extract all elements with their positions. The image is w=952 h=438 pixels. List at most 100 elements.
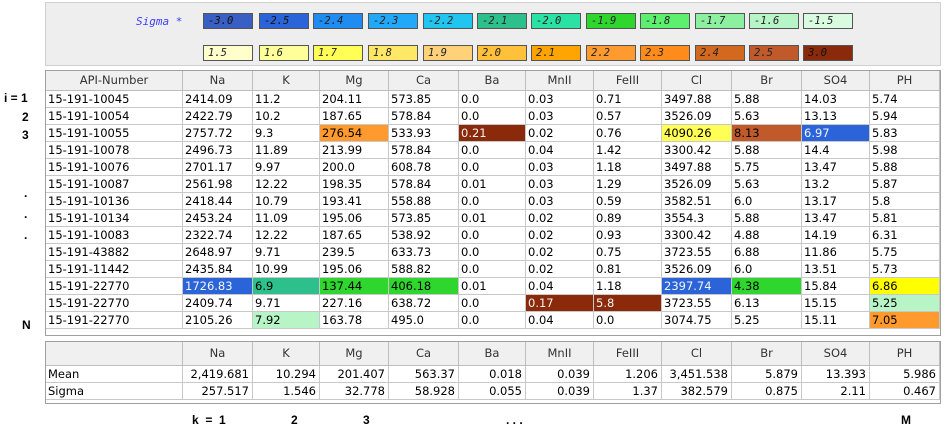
- value-cell[interactable]: 0.59: [594, 193, 662, 210]
- value-cell[interactable]: 14.4: [802, 142, 870, 159]
- value-cell[interactable]: 9.71: [253, 295, 320, 312]
- value-cell[interactable]: 198.35: [320, 176, 389, 193]
- value-cell[interactable]: 0.01: [459, 210, 526, 227]
- table-row[interactable]: 15-191-10134 2453.24 11.09 195.06 573.85 0.01…: [46, 210, 940, 227]
- table-row[interactable]: 15-191-22770 2409.74 9.71 227.16 638.72 0.0 0.…: [46, 295, 940, 312]
- value-cell[interactable]: 0.76: [594, 125, 662, 142]
- value-cell[interactable]: 0.0: [459, 142, 526, 159]
- value-cell[interactable]: 227.16: [320, 295, 389, 312]
- column-header[interactable]: Br: [732, 71, 802, 91]
- column-header[interactable]: Na: [183, 71, 253, 91]
- value-cell[interactable]: 406.18: [389, 278, 459, 295]
- api-number-cell[interactable]: 15-191-22770: [46, 278, 183, 295]
- stat-value-cell[interactable]: 382.579: [662, 383, 732, 400]
- value-cell[interactable]: 0.02: [526, 244, 594, 261]
- value-cell[interactable]: 573.85: [389, 91, 459, 108]
- value-cell[interactable]: 5.25: [870, 295, 940, 312]
- value-cell[interactable]: 13.2: [802, 176, 870, 193]
- stat-value-cell[interactable]: 2,419.681: [183, 366, 253, 383]
- stat-value-cell[interactable]: 563.37: [389, 366, 459, 383]
- value-cell[interactable]: 0.81: [594, 261, 662, 278]
- value-cell[interactable]: 2757.72: [183, 125, 253, 142]
- value-cell[interactable]: 0.02: [526, 125, 594, 142]
- value-cell[interactable]: 2435.84: [183, 261, 253, 278]
- value-cell[interactable]: 6.0: [732, 193, 802, 210]
- value-cell[interactable]: 0.0: [459, 159, 526, 176]
- value-cell[interactable]: 10.2: [253, 108, 320, 125]
- value-cell[interactable]: 11.09: [253, 210, 320, 227]
- value-cell[interactable]: 2397.74: [662, 278, 732, 295]
- value-cell[interactable]: 163.78: [320, 312, 389, 329]
- value-cell[interactable]: 3723.55: [662, 295, 732, 312]
- value-cell[interactable]: 0.0: [459, 193, 526, 210]
- table-row[interactable]: 15-191-43882 2648.97 9.71 239.5 633.73 0.0 0.0…: [46, 244, 940, 261]
- stat-value-cell[interactable]: 0.875: [732, 383, 802, 400]
- value-cell[interactable]: 2105.26: [183, 312, 253, 329]
- value-cell[interactable]: 0.0: [459, 295, 526, 312]
- table-row[interactable]: 15-191-10136 2418.44 10.79 193.41 558.88 0.0 0…: [46, 193, 940, 210]
- table-row[interactable]: 15-191-11442 2435.84 10.99 195.06 588.82 0.0 0…: [46, 261, 940, 278]
- table-row[interactable]: 15-191-10078 2496.73 11.89 213.99 578.84 0.0 0…: [46, 142, 940, 159]
- value-cell[interactable]: 12.22: [253, 227, 320, 244]
- value-cell[interactable]: 0.0: [459, 244, 526, 261]
- value-cell[interactable]: 5.74: [870, 91, 940, 108]
- value-cell[interactable]: 3300.42: [662, 142, 732, 159]
- value-cell[interactable]: 0.02: [526, 227, 594, 244]
- value-cell[interactable]: 10.99: [253, 261, 320, 278]
- value-cell[interactable]: 213.99: [320, 142, 389, 159]
- api-number-cell[interactable]: 15-191-10083: [46, 227, 183, 244]
- statistics-table[interactable]: Na K Mg Ca Ba MnII FeIII Cl Br SO4 PH Mean 2,419.681…: [45, 341, 941, 404]
- stat-label-cell[interactable]: Mean: [46, 366, 183, 383]
- table-row[interactable]: 15-191-22770 2105.26 7.92 163.78 495.0 0.0 0.0…: [46, 312, 940, 329]
- value-cell[interactable]: 4.88: [732, 227, 802, 244]
- data-table[interactable]: API-Number Na K Mg Ca Ba MnII FeIII Cl Br SO4 PH 15-…: [45, 70, 941, 336]
- column-header[interactable]: Ca: [389, 71, 459, 91]
- stats-column-header[interactable]: Ca: [389, 342, 459, 366]
- value-cell[interactable]: 5.8: [594, 295, 662, 312]
- value-cell[interactable]: 5.73: [870, 261, 940, 278]
- value-cell[interactable]: 578.84: [389, 108, 459, 125]
- api-number-cell[interactable]: 15-191-10078: [46, 142, 183, 159]
- value-cell[interactable]: 2453.24: [183, 210, 253, 227]
- value-cell[interactable]: 0.02: [526, 261, 594, 278]
- value-cell[interactable]: 6.9: [253, 278, 320, 295]
- value-cell[interactable]: 0.75: [594, 244, 662, 261]
- stat-value-cell[interactable]: 2.11: [802, 383, 870, 400]
- value-cell[interactable]: 0.57: [594, 108, 662, 125]
- value-cell[interactable]: 2561.98: [183, 176, 253, 193]
- value-cell[interactable]: 0.89: [594, 210, 662, 227]
- table-row[interactable]: 15-191-10076 2701.17 9.97 200.0 608.78 0.0 0.0…: [46, 159, 940, 176]
- value-cell[interactable]: 11.86: [802, 244, 870, 261]
- column-header[interactable]: API-Number: [46, 71, 183, 91]
- value-cell[interactable]: 9.97: [253, 159, 320, 176]
- value-cell[interactable]: 11.89: [253, 142, 320, 159]
- column-header[interactable]: MnII: [526, 71, 594, 91]
- stat-value-cell[interactable]: 0.055: [459, 383, 526, 400]
- value-cell[interactable]: 558.88: [389, 193, 459, 210]
- value-cell[interactable]: 3526.09: [662, 261, 732, 278]
- value-cell[interactable]: 5.75: [870, 244, 940, 261]
- value-cell[interactable]: 3497.88: [662, 91, 732, 108]
- value-cell[interactable]: 0.93: [594, 227, 662, 244]
- value-cell[interactable]: 187.65: [320, 108, 389, 125]
- value-cell[interactable]: 2414.09: [183, 91, 253, 108]
- api-number-cell[interactable]: 15-191-10054: [46, 108, 183, 125]
- table-row[interactable]: 15-191-22770 1726.83 6.9 137.44 406.18 0.01 0.…: [46, 278, 940, 295]
- value-cell[interactable]: 538.92: [389, 227, 459, 244]
- value-cell[interactable]: 6.88: [732, 244, 802, 261]
- column-header[interactable]: K: [253, 71, 320, 91]
- mean-row[interactable]: Mean 2,419.681 10.294 201.407 563.37 0.018 0.0…: [46, 366, 940, 383]
- api-number-cell[interactable]: 15-191-10136: [46, 193, 183, 210]
- api-number-cell[interactable]: 15-191-10134: [46, 210, 183, 227]
- value-cell[interactable]: 3582.51: [662, 193, 732, 210]
- value-cell[interactable]: 608.78: [389, 159, 459, 176]
- column-header[interactable]: PH: [870, 71, 940, 91]
- value-cell[interactable]: 2422.79: [183, 108, 253, 125]
- stat-value-cell[interactable]: 0.467: [870, 383, 940, 400]
- value-cell[interactable]: 7.92: [253, 312, 320, 329]
- value-cell[interactable]: 4.38: [732, 278, 802, 295]
- api-number-cell[interactable]: 15-191-11442: [46, 261, 183, 278]
- value-cell[interactable]: 13.13: [802, 108, 870, 125]
- value-cell[interactable]: 6.97: [802, 125, 870, 142]
- value-cell[interactable]: 5.88: [732, 142, 802, 159]
